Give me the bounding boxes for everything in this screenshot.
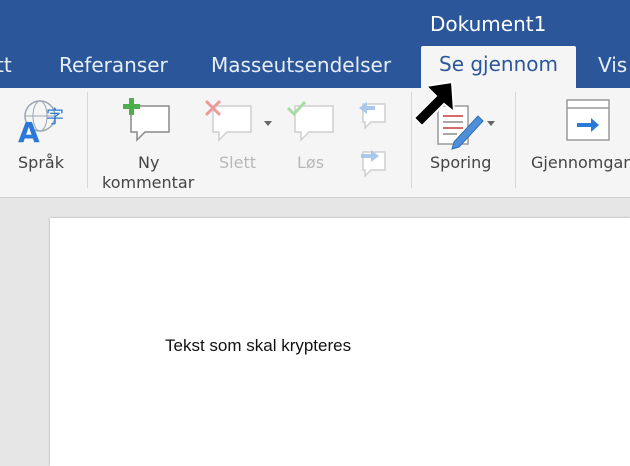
language-label: Språk [18, 153, 64, 172]
new-comment-icon[interactable] [121, 98, 173, 144]
chevron-down-icon[interactable] [486, 115, 496, 126]
review-pane-label: Gjennomgan [531, 153, 630, 172]
resolve-label: Løs [297, 153, 325, 172]
document-title: Dokument1 [430, 12, 547, 36]
document-text[interactable]: Tekst som skal krypteres [165, 336, 351, 356]
delete-label: Slett [219, 153, 256, 172]
arrow-pointer-icon [410, 78, 460, 130]
tab-referanser[interactable]: Referanser [59, 49, 168, 81]
ribbon-separator [515, 92, 516, 188]
tracking-label: Sporing [430, 153, 492, 172]
tab-vis[interactable]: Vis [598, 49, 627, 81]
tab-truncated[interactable]: tt [0, 49, 12, 81]
next-comment-icon [355, 146, 389, 180]
tab-masseutsendelser[interactable]: Masseutsendelser [211, 49, 391, 81]
delete-comment-icon [203, 98, 255, 144]
svg-text:A: A [18, 116, 40, 146]
new-comment-label-line2: kommentar [102, 173, 195, 192]
resolve-comment-icon [285, 98, 337, 144]
new-comment-label-line1: Ny [138, 153, 160, 172]
language-icon[interactable]: A 字 [16, 96, 72, 149]
chevron-down-icon[interactable] [263, 115, 273, 126]
ribbon-separator [87, 92, 88, 188]
review-pane-icon[interactable] [565, 98, 611, 144]
previous-comment-icon [355, 98, 389, 132]
svg-text:字: 字 [46, 107, 64, 128]
